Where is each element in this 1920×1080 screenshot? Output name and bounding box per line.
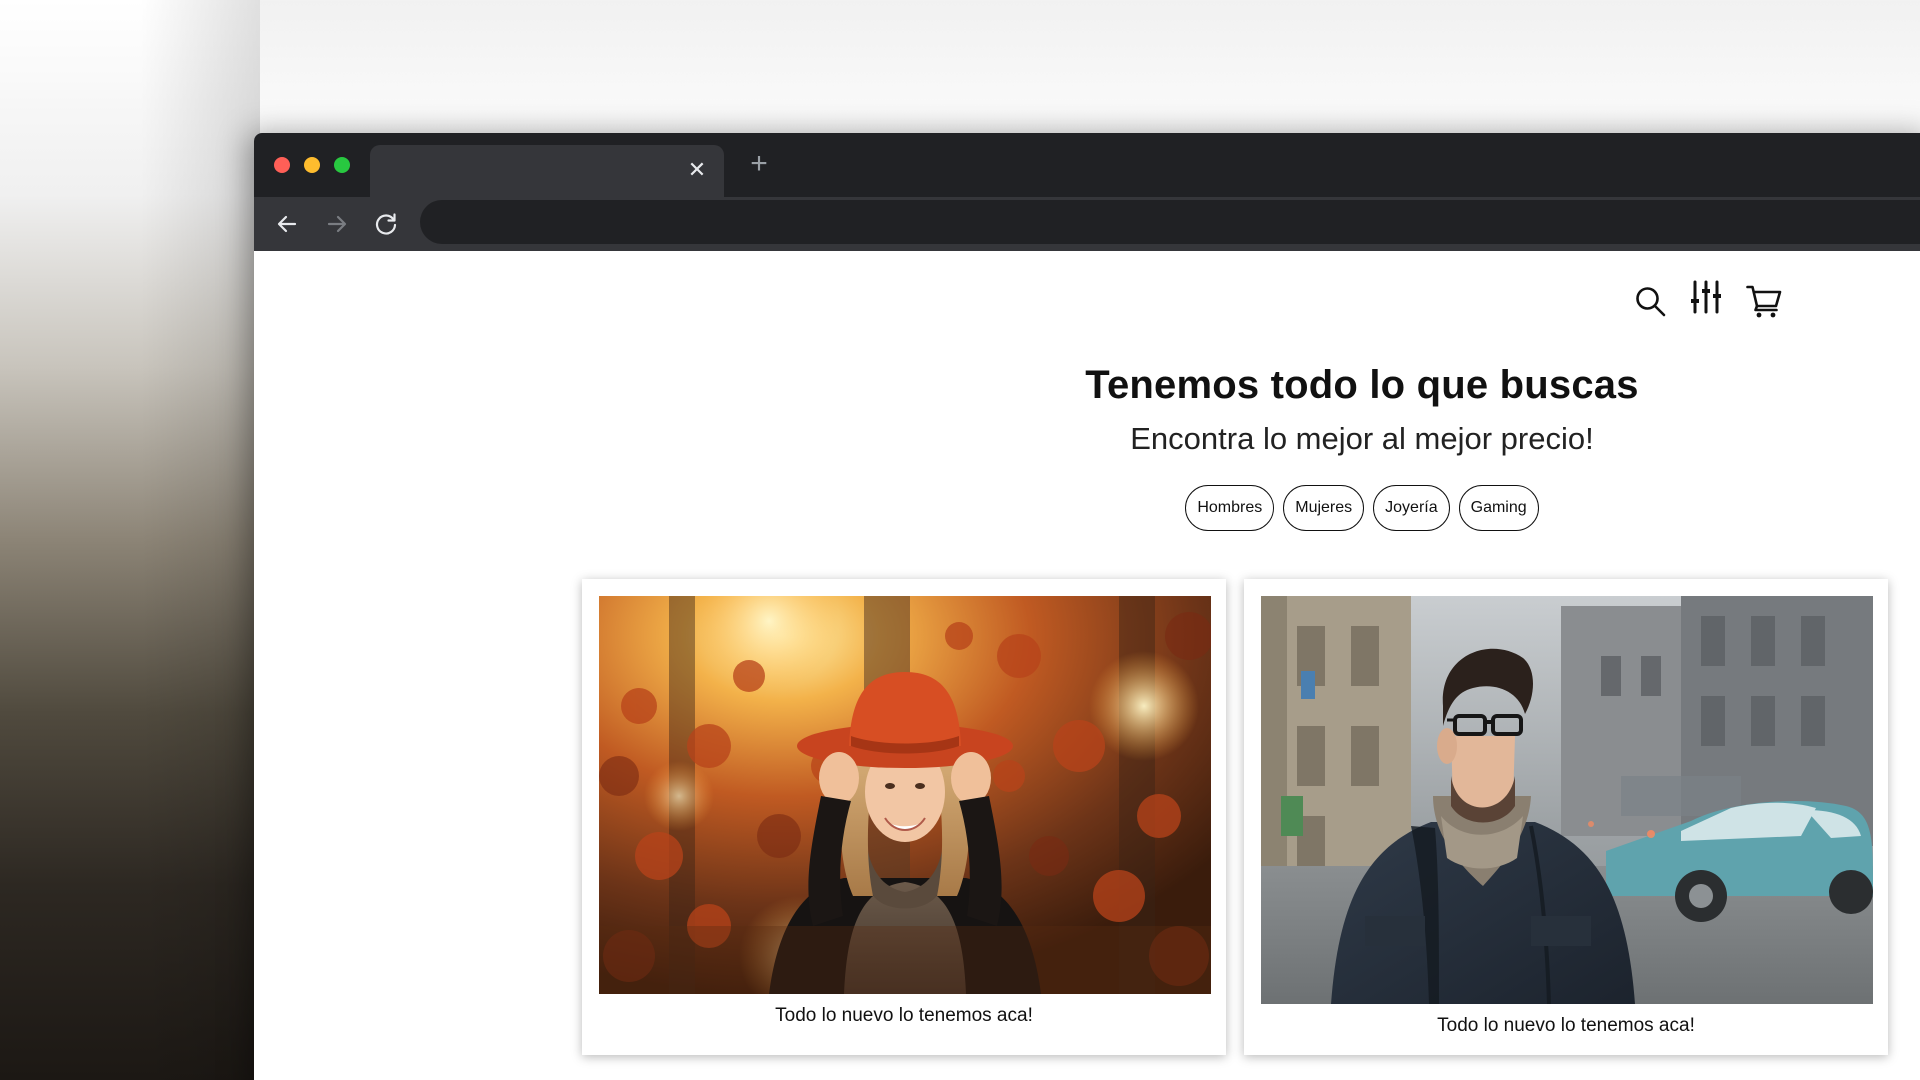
arrow-left-icon[interactable] xyxy=(270,207,304,241)
woman-autumn-photo xyxy=(599,596,1211,994)
product-card[interactable]: Todo lo nuevo lo tenemos aca! xyxy=(1244,579,1888,1055)
browser-window: ✕ + Tenemos todo lo que buscas Encontra … xyxy=(254,133,1920,1080)
desktop-backdrop xyxy=(0,0,260,1080)
arrow-right-icon[interactable] xyxy=(320,207,354,241)
product-card[interactable]: Todo lo nuevo lo tenemos aca! xyxy=(582,579,1226,1055)
search-icon[interactable] xyxy=(1632,283,1668,319)
category-filters: Hombres Mujeres Joyería Gaming xyxy=(254,485,1920,531)
category-chip-joyeria[interactable]: Joyería xyxy=(1373,485,1450,531)
card-caption: Todo lo nuevo lo tenemos aca! xyxy=(775,1005,1033,1026)
category-chip-gaming[interactable]: Gaming xyxy=(1458,485,1539,531)
browser-tab[interactable]: ✕ xyxy=(370,145,724,197)
plus-icon[interactable]: + xyxy=(742,147,776,181)
window-zoom-button[interactable] xyxy=(334,157,350,173)
man-street-photo xyxy=(1261,596,1873,1004)
page-viewport: Tenemos todo lo que buscas Encontra lo m… xyxy=(254,251,1920,1080)
address-bar[interactable] xyxy=(420,200,1920,244)
card-caption: Todo lo nuevo lo tenemos aca! xyxy=(1437,1015,1695,1036)
window-minimize-button[interactable] xyxy=(304,157,320,173)
window-close-button[interactable] xyxy=(274,157,290,173)
sliders-icon[interactable] xyxy=(1688,279,1724,315)
cart-icon[interactable] xyxy=(1746,283,1782,319)
page-subtitle: Encontra lo mejor al mejor precio! xyxy=(1130,421,1594,456)
category-chip-hombres[interactable]: Hombres xyxy=(1185,485,1275,531)
category-chip-mujeres[interactable]: Mujeres xyxy=(1283,485,1365,531)
browser-titlebar: ✕ + xyxy=(254,133,1920,197)
close-icon[interactable]: ✕ xyxy=(684,157,710,183)
page-title: Tenemos todo lo que buscas xyxy=(1085,363,1639,407)
reload-icon[interactable] xyxy=(369,207,403,241)
